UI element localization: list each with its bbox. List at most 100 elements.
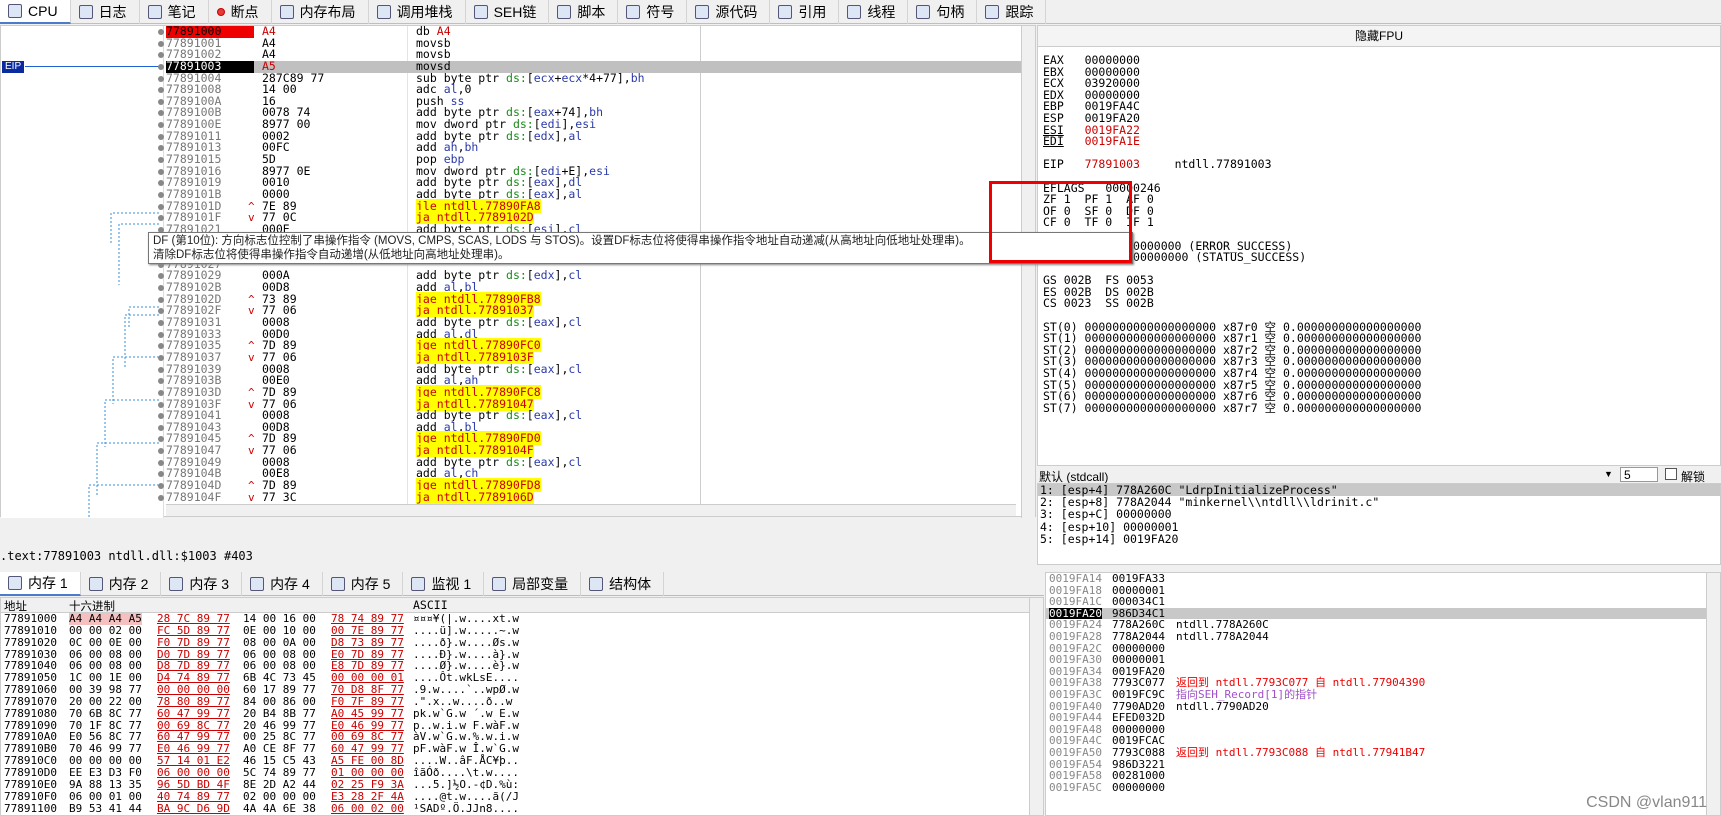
breakpoint-dot-icon[interactable] bbox=[158, 331, 164, 338]
dump-row[interactable]: 77891010 00 00 02 00 FC 5D 89 77 0E 00 10 0… bbox=[1, 624, 1043, 637]
breakpoint-dot-icon[interactable] bbox=[158, 401, 164, 408]
disasm-line[interactable]: 77891011 0002 add byte ptr ds:[edx],al bbox=[158, 130, 1021, 143]
register-line[interactable]: EDI 0019FA1E bbox=[1043, 135, 1421, 148]
disasm-line[interactable]: 77891041 0008 add byte ptr ds:[eax],cl bbox=[158, 409, 1021, 422]
disasm-line[interactable]: 7789100E 8977 00 mov dword ptr ds:[edi],es… bbox=[158, 118, 1021, 131]
disasm-line[interactable]: 77891008 14 00 adc al,0 bbox=[158, 83, 1021, 96]
breakpoint-dot-icon[interactable] bbox=[158, 424, 164, 431]
disassembly-view[interactable]: EIP 77891000 A4 db A4 77891001 A4 movsb 778910… bbox=[0, 25, 1036, 518]
disasm-line[interactable]: 77891001 A4 movsb bbox=[158, 37, 1021, 50]
breakpoint-dot-icon[interactable] bbox=[158, 98, 164, 105]
breakpoint-dot-icon[interactable] bbox=[158, 366, 164, 373]
tab-call-stack[interactable]: 调用堆栈 bbox=[369, 0, 466, 24]
tab-threads[interactable]: 线程 bbox=[839, 0, 909, 24]
stack-view[interactable]: 0019FA14 0019FA33 0019FA18 00000001 0019FA1C… bbox=[1045, 572, 1721, 816]
argument-line[interactable]: 3: [esp+C] 00000000 bbox=[1038, 508, 1720, 520]
breakpoint-dot-icon[interactable] bbox=[158, 482, 164, 489]
dump-row[interactable]: 77891080 70 6B 8C 77 60 47 99 77 20 B4 8B 7… bbox=[1, 707, 1043, 720]
disasm-line[interactable]: 7789104F v 77 3C ja ntdll.7789106D bbox=[158, 489, 1021, 504]
disasm-line[interactable]: 77891029 000A add byte ptr ds:[edx],cl bbox=[158, 270, 1021, 282]
breakpoint-dot-icon[interactable] bbox=[158, 191, 164, 198]
disasm-line[interactable]: 77891019 0010 add byte ptr ds:[eax],dl bbox=[158, 177, 1021, 189]
breakpoint-dot-icon[interactable] bbox=[158, 459, 164, 466]
disasm-line[interactable]: 77891037 v 77 06 ja ntdll.7789103F bbox=[158, 349, 1021, 364]
tab-memory-map[interactable]: 内存布局 bbox=[272, 0, 369, 24]
breakpoint-dot-icon[interactable] bbox=[158, 168, 164, 175]
tab-symbols[interactable]: 符号 bbox=[618, 0, 688, 24]
disasm-line[interactable]: 77891047 v 77 06 ja ntdll.7789104F bbox=[158, 443, 1021, 458]
breakpoint-dot-icon[interactable] bbox=[158, 354, 164, 361]
tab-source[interactable]: 源代码 bbox=[687, 0, 771, 24]
disasm-line[interactable]: 77891002 A4 movsb bbox=[158, 49, 1021, 61]
memory-tab-8[interactable]: 结构体 bbox=[581, 572, 665, 596]
tab-log[interactable]: 日志 bbox=[71, 0, 140, 24]
stack-row[interactable]: 0019FA44 EFED032D bbox=[1046, 712, 1720, 724]
dump-row[interactable]: 77891070 20 00 22 00 78 80 89 77 84 00 86 0… bbox=[1, 696, 1043, 708]
argument-line[interactable]: 5: [esp+14] 0019FA20 bbox=[1038, 533, 1720, 545]
memory-tab-1[interactable]: 内存 1 bbox=[0, 572, 81, 596]
tab-seh-chain[interactable]: SEH链 bbox=[466, 0, 550, 24]
tab-script[interactable]: 脚本 bbox=[549, 0, 619, 24]
register-value: 77891003 bbox=[1084, 157, 1140, 172]
disasm-line[interactable]: 7789101F v 77 0C ja ntdll.7789102D bbox=[158, 210, 1021, 225]
disasm-line[interactable]: 77891000 A4 db A4 bbox=[158, 25, 1021, 38]
dump-row[interactable]: 778910E0 9A 88 13 35 96 5D BD 4F 8E 2D A2 4… bbox=[1, 778, 1043, 791]
breakpoint-dot-icon[interactable] bbox=[158, 494, 164, 501]
dump-row[interactable]: 77891020 0C 00 0E 00 F0 7D 89 77 08 00 0A 0… bbox=[1, 636, 1043, 649]
tab-trace[interactable]: 跟踪 bbox=[977, 0, 1047, 24]
breakpoint-dot-icon[interactable] bbox=[158, 157, 164, 164]
disasm-vertical-scrollbar[interactable] bbox=[1021, 26, 1035, 518]
breakpoint-dot-icon[interactable] bbox=[158, 296, 164, 303]
disasm-horizontal-scrollbar[interactable] bbox=[166, 504, 1016, 516]
tab-handles[interactable]: 句柄 bbox=[908, 0, 978, 24]
dropdown-arrow-icon[interactable]: ▼ bbox=[1604, 469, 1613, 479]
memory-dump-view[interactable]: 地址 十六进制 ASCII 77891000 A4 A4 A4 A5 28 7C 8… bbox=[0, 597, 1044, 816]
breakpoint-dot-icon[interactable] bbox=[158, 203, 164, 210]
breakpoint-dot-icon[interactable] bbox=[158, 40, 164, 47]
register-line[interactable]: ST(7) 0000000000000000000 x87r7 空 0.0000… bbox=[1043, 402, 1421, 415]
breakpoint-dot-icon[interactable] bbox=[158, 29, 164, 35]
breakpoint-dot-icon[interactable] bbox=[158, 389, 164, 396]
stack-row[interactable]: 0019FA5C 00000000 bbox=[1046, 782, 1720, 794]
stack-row[interactable]: 0019FA58 00281000 bbox=[1046, 770, 1720, 782]
stack-vertical-scrollbar[interactable] bbox=[1706, 573, 1720, 815]
dump-vertical-scrollbar[interactable] bbox=[1029, 598, 1043, 815]
disasm-line[interactable]: 77891013 00FC add ah,bh bbox=[158, 142, 1021, 154]
memory-tab-4[interactable]: 内存 4 bbox=[242, 572, 323, 596]
disasm-line[interactable]: 77891049 0008 add byte ptr ds:[eax],cl bbox=[158, 456, 1021, 469]
memory-tab-2[interactable]: 内存 2 bbox=[81, 572, 162, 596]
argument-stack-view[interactable]: 1: [esp+4] 778A260C "LdrpInitializeProce… bbox=[1037, 483, 1721, 565]
dump-row[interactable]: 778910F0 06 00 01 00 40 74 89 77 02 00 00 0… bbox=[1, 790, 1043, 803]
disasm-line[interactable]: 77891031 0008 add byte ptr ds:[eax],cl bbox=[158, 316, 1021, 329]
breakpoint-dot-icon[interactable] bbox=[158, 75, 164, 82]
memory-tab-3[interactable]: 内存 3 bbox=[161, 572, 243, 596]
stack-row[interactable]: 0019FA3C 0019FC9C 指向SEH_Record[1]的指针 bbox=[1046, 689, 1720, 701]
breakpoint-dot-icon[interactable] bbox=[158, 63, 164, 70]
stack-row[interactable]: 0019FA28 778A2044 ntdll.778A2044 bbox=[1046, 631, 1720, 643]
disasm-line[interactable]: 77891016 8977 0E mov dword ptr ds:[edi+E],… bbox=[158, 165, 1021, 178]
tab-references[interactable]: 引用 bbox=[770, 0, 840, 24]
memory-tab-6[interactable]: 监视 1 bbox=[403, 572, 485, 596]
tab-breakpoint[interactable]: 断点 bbox=[209, 0, 272, 24]
memory-tab-5[interactable]: 内存 5 bbox=[323, 572, 404, 596]
tab-cpu[interactable]: CPU bbox=[0, 0, 71, 24]
tab-notes[interactable]: 笔记 bbox=[140, 0, 209, 24]
stack-row[interactable]: 0019FA50 7793C088 返回到 ntdll.7793C088 自 ntd… bbox=[1046, 747, 1720, 759]
hide-fpu-button[interactable]: 隐藏FPU bbox=[1038, 26, 1720, 47]
disasm-line[interactable]: 7789103F v 77 06 ja ntdll.77891047 bbox=[158, 396, 1021, 411]
breakpoint-dot-icon[interactable] bbox=[158, 320, 164, 327]
stack-row[interactable]: 0019FA14 0019FA33 bbox=[1046, 573, 1720, 585]
unlock-checkbox[interactable] bbox=[1665, 468, 1677, 480]
stack-row[interactable]: 0019FA30 00000001 bbox=[1046, 654, 1720, 666]
register-line[interactable]: CS 0023 SS 002B bbox=[1043, 298, 1421, 310]
registers-panel[interactable]: 隐藏FPU EAX 00000000 EBX 00000000 ECX 039200… bbox=[1037, 25, 1721, 483]
disasm-line[interactable]: 77891039 0008 add byte ptr ds:[eax],cl bbox=[158, 363, 1021, 376]
arg-count-spinner[interactable]: 5 bbox=[1620, 467, 1658, 482]
breakpoint-dot-icon[interactable] bbox=[158, 133, 164, 140]
memory-tab-7[interactable]: 局部变量 bbox=[484, 572, 582, 596]
argument-line[interactable]: 4: [esp+10] 00000001 bbox=[1038, 520, 1720, 532]
tab-label: 断点 bbox=[230, 4, 259, 20]
register-line[interactable]: EIP 77891003 ntdll.77891003 bbox=[1043, 159, 1421, 171]
disasm-line[interactable]: 7789102F v 77 06 ja ntdll.77891037 bbox=[158, 303, 1021, 318]
dump-row[interactable]: 77891100 B9 53 41 44 BA 9C D6 9D 4A 4A 6E 3… bbox=[1, 802, 1043, 815]
